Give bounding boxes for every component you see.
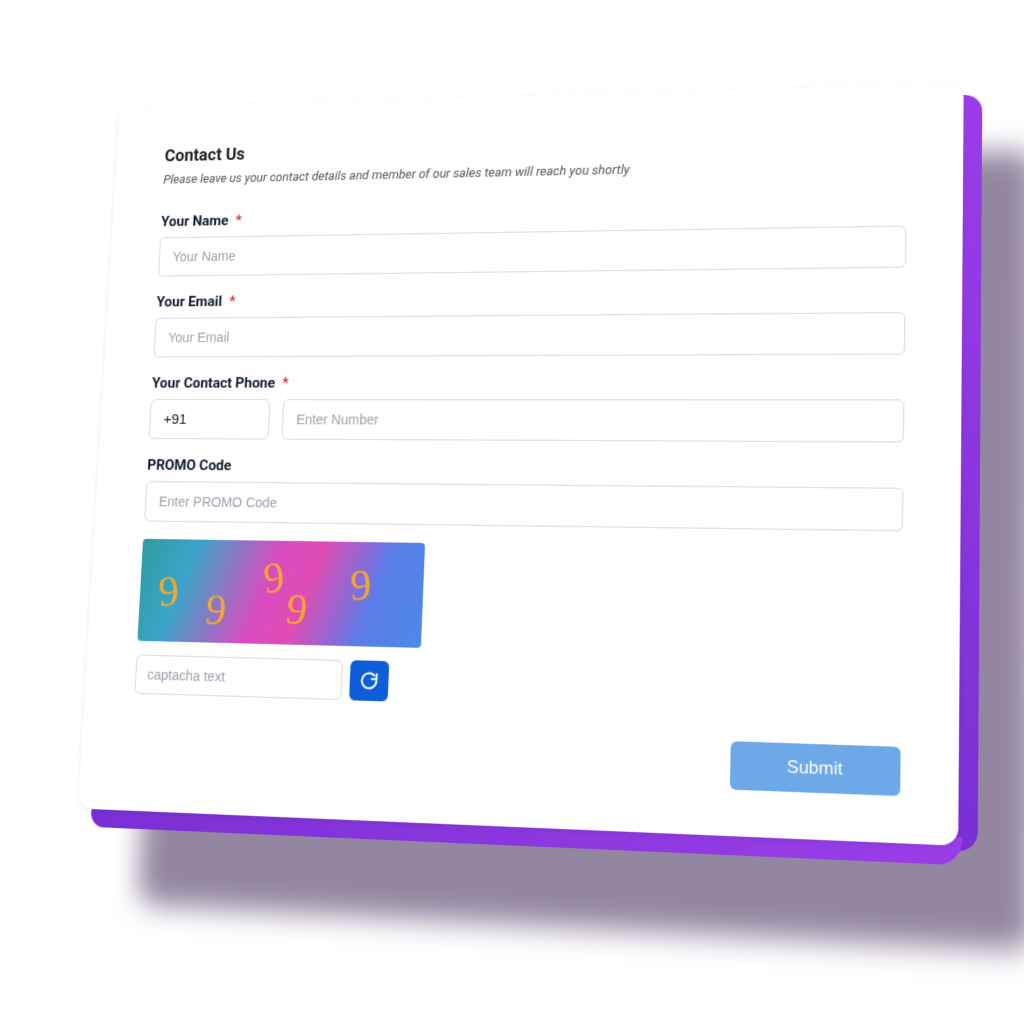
promo-field: PROMO Code xyxy=(144,456,904,531)
phone-country-code-input[interactable] xyxy=(149,399,271,440)
promo-input[interactable] xyxy=(144,481,903,531)
submit-button[interactable]: Submit xyxy=(730,741,901,796)
name-input[interactable] xyxy=(158,226,906,277)
email-label: Your Email * xyxy=(156,286,906,311)
required-asterisk: * xyxy=(282,374,289,391)
phone-label: Your Contact Phone * xyxy=(151,373,904,392)
required-asterisk: * xyxy=(235,212,242,229)
contact-form-card: Contact Us Please leave us your contact … xyxy=(78,83,964,846)
contact-card-3d: Contact Us Please leave us your contact … xyxy=(78,83,964,846)
name-label-text: Your Name xyxy=(161,212,229,230)
promo-label: PROMO Code xyxy=(147,456,904,479)
email-label-text: Your Email xyxy=(156,293,223,311)
captcha-digit: 9 xyxy=(283,583,311,636)
captcha-input-row xyxy=(134,654,901,717)
name-field: Your Name * xyxy=(158,200,907,277)
